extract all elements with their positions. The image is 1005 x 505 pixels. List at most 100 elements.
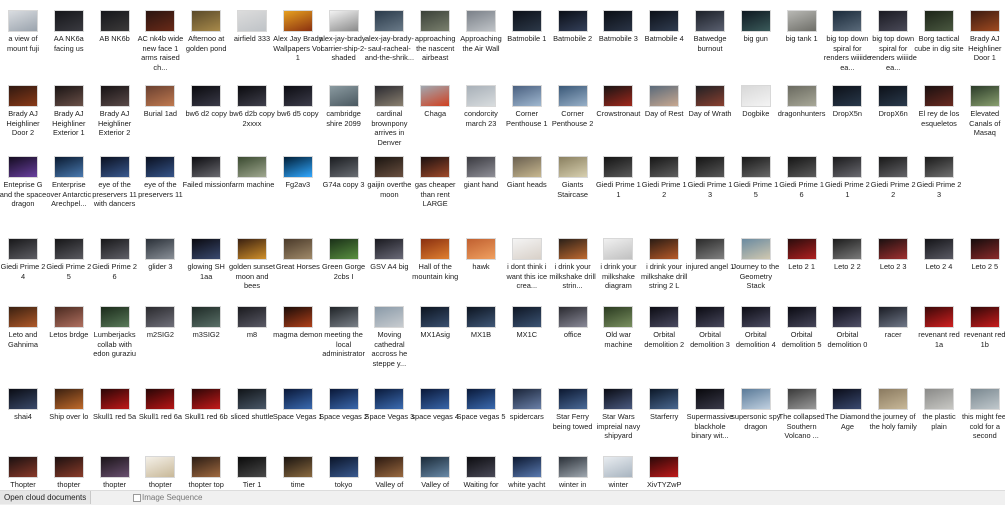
file-item[interactable]: shai4 xyxy=(1,382,45,454)
file-item[interactable]: sliced shuttle xyxy=(230,382,274,454)
file-item[interactable]: Orbital demolition 5 xyxy=(780,300,824,372)
file-item[interactable]: Day of Rest xyxy=(642,79,686,151)
file-item[interactable]: Brady AJ Heighliner Exterior 2 xyxy=(93,79,137,151)
file-item[interactable]: Space Vegas 3 xyxy=(365,382,414,454)
file-item[interactable]: big top down spiral for renders wiiiide … xyxy=(824,4,871,76)
file-item[interactable]: thopter xyxy=(138,450,182,490)
file-item[interactable]: Space vegas 5 xyxy=(457,382,505,454)
file-item[interactable]: big tank 1 xyxy=(780,4,824,76)
file-item[interactable]: alex-jay-brady-carrier-ship-2-shaded xyxy=(319,4,368,76)
file-item[interactable]: Giedi Prime 1 2 xyxy=(642,150,687,222)
file-item[interactable]: Supermassive blackhole binary wit... xyxy=(687,382,733,454)
file-item[interactable]: Leto 2 5 xyxy=(963,232,1005,304)
file-item[interactable]: Giedi Prime 1 3 xyxy=(688,150,732,222)
file-item[interactable]: Brady AJ Heighliner Door 2 xyxy=(1,79,45,151)
file-item[interactable]: Giedi Prime 2 4 xyxy=(1,232,45,304)
file-item[interactable]: m2SIG2 xyxy=(138,300,182,372)
file-item[interactable]: the journey of the holy family xyxy=(870,382,917,454)
file-item[interactable]: tokyo xyxy=(322,450,366,490)
file-item[interactable]: Batwedge burnout xyxy=(688,4,732,76)
file-item[interactable]: i drink your milkshake diagram xyxy=(596,232,640,304)
file-item[interactable]: Brady AJ Heighliner Door 1 xyxy=(963,4,1005,76)
file-item[interactable]: El rey de los esqueletos xyxy=(917,79,961,151)
file-item[interactable]: Corner Penthouse 1 xyxy=(505,79,549,151)
file-item[interactable]: cardinal brownpony arrives in Denver xyxy=(367,79,411,151)
file-item[interactable]: Batmobile 1 xyxy=(505,4,549,76)
file-item[interactable]: i dont think i want this ice crea... xyxy=(505,232,549,304)
file-item[interactable]: Leto 2 3 xyxy=(871,232,915,304)
file-item[interactable]: Star Wars impreial navy shipyard xyxy=(596,382,640,454)
file-item[interactable]: Skull1 red 5a xyxy=(93,382,137,454)
file-item[interactable]: magma demon xyxy=(273,300,322,372)
file-item[interactable]: Orbital demolition 0 xyxy=(825,300,869,372)
file-item[interactable]: The collapsed Southern Volcano ... xyxy=(779,382,825,454)
file-item[interactable]: Skull1 red 6b xyxy=(184,382,228,454)
file-item[interactable]: racer xyxy=(871,300,915,372)
file-item[interactable]: airfield 333 xyxy=(230,4,274,76)
file-item[interactable]: Alex Jay Brady Wallpapers Vol 1 xyxy=(273,4,322,76)
file-item[interactable]: Giant heads xyxy=(505,150,549,222)
file-item[interactable]: time xyxy=(276,450,320,490)
file-item[interactable]: Space vegas 2 xyxy=(319,382,368,454)
file-item[interactable]: Enterprise over Antarctic Arechpel... xyxy=(46,150,91,222)
file-item[interactable]: Giants Staircase xyxy=(551,150,595,222)
file-item[interactable]: Giedi Prime 1 1 xyxy=(596,150,641,222)
file-item[interactable]: Burial 1ad xyxy=(138,79,182,151)
file-item[interactable]: Giedi Prime 2 5 xyxy=(46,232,91,304)
file-item[interactable]: m3SIG2 xyxy=(184,300,228,372)
file-item[interactable]: dragonhunters xyxy=(778,79,825,151)
file-item[interactable]: DropX6n xyxy=(871,79,915,151)
file-item[interactable]: Orbital demolition 4 xyxy=(734,300,778,372)
file-item[interactable]: big gun xyxy=(734,4,778,76)
file-item[interactable]: Approaching the Air Wall xyxy=(459,4,503,76)
file-item[interactable]: Old war machine xyxy=(596,300,640,372)
file-item[interactable]: thopter top xyxy=(184,450,228,490)
file-item[interactable]: thopter xyxy=(47,450,91,490)
file-item[interactable]: m8 xyxy=(230,300,274,372)
file-item[interactable]: Fg2av3 xyxy=(276,150,320,222)
file-item[interactable]: gaijin overthe moon xyxy=(367,150,411,222)
file-item[interactable]: Leto 2 4 xyxy=(917,232,961,304)
file-item[interactable]: gas cheaper than rent LARGE xyxy=(413,150,457,222)
file-item[interactable]: Star Ferry being towed xyxy=(551,382,595,454)
file-item[interactable]: Space Vegas 1 xyxy=(273,382,323,454)
file-item[interactable]: Leto and Gahnima xyxy=(1,300,45,372)
file-item[interactable]: Brady AJ Heighliner Exterior 1 xyxy=(47,79,91,151)
file-item[interactable]: MX1C xyxy=(505,300,549,372)
file-item[interactable]: Valley of xyxy=(367,450,411,490)
file-item[interactable]: Chaga xyxy=(413,79,457,151)
file-item[interactable]: Leto 2 2 xyxy=(825,232,869,304)
file-item[interactable]: Giedi Prime 2 2 xyxy=(871,150,916,222)
file-item[interactable]: eye of the preservers 11 with dancers xyxy=(92,150,137,222)
file-item[interactable]: Lumberjacks collab with edon guraziu xyxy=(93,300,137,372)
file-item[interactable]: Batmobile 4 xyxy=(642,4,686,76)
file-item[interactable]: spidercars xyxy=(505,382,549,454)
file-item[interactable]: this might feel cold for a second xyxy=(962,382,1005,454)
file-item[interactable]: DropX5n xyxy=(825,79,869,151)
file-item[interactable]: eye of the preservers 11 xyxy=(138,150,183,222)
file-item[interactable]: bw6 d2 copy xyxy=(184,79,228,151)
file-item[interactable]: revenant red 1a xyxy=(917,300,961,372)
file-item[interactable]: golden sunset moon and bees xyxy=(229,232,275,304)
file-item[interactable]: Valley of xyxy=(413,450,457,490)
file-item[interactable]: Moving cathedral accross he steppe y... xyxy=(367,300,411,372)
file-item[interactable]: MX1B xyxy=(459,300,503,372)
file-item[interactable]: cambridge shire 2099 xyxy=(322,79,366,151)
image-sequence-checkbox[interactable] xyxy=(133,494,141,502)
file-item[interactable]: Day of Wrath xyxy=(688,79,732,151)
file-item[interactable]: Leto 2 1 xyxy=(780,232,824,304)
file-item[interactable]: MX1Asig xyxy=(413,300,457,372)
file-item[interactable]: winter xyxy=(596,450,640,490)
file-item[interactable]: Borg tactical cube in dig site xyxy=(914,4,964,76)
file-item[interactable]: Giedi Prime 2 1 xyxy=(825,150,870,222)
file-item[interactable]: GSV A4 big xyxy=(367,232,411,304)
file-item[interactable]: alex-jay-brady-saul-racheal-and-the-shri… xyxy=(365,4,414,76)
file-item[interactable]: Elevated Canals of Masaq xyxy=(963,79,1005,151)
file-item[interactable]: Batmobile 2 xyxy=(551,4,595,76)
file-item[interactable]: winter in xyxy=(551,450,595,490)
file-item[interactable]: thopter xyxy=(93,450,137,490)
file-item[interactable]: hawk xyxy=(459,232,503,304)
file-item[interactable]: Starferry xyxy=(642,382,686,454)
file-item[interactable]: Failed mission xyxy=(183,150,230,222)
file-item[interactable]: a view of mount fuji xyxy=(1,4,45,76)
